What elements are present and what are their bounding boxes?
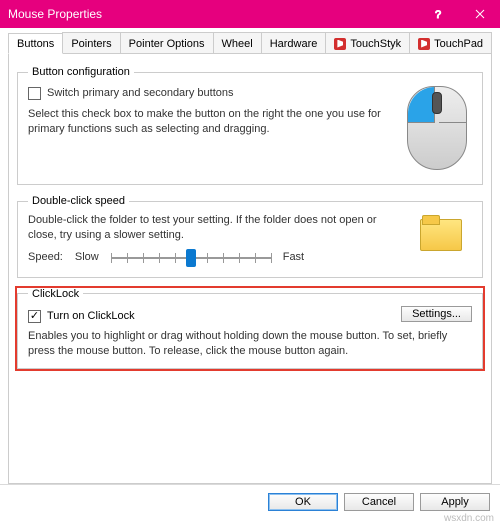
watermark: wsxdn.com (444, 513, 494, 524)
slider-thumb[interactable] (186, 249, 196, 267)
group-clicklock: ClickLock Settings... Turn on ClickLock … (17, 288, 483, 370)
speed-fast-label: Fast (283, 250, 304, 265)
mouse-illustration (402, 84, 472, 174)
svg-text:?: ? (435, 9, 441, 19)
cancel-button[interactable]: Cancel (344, 493, 414, 511)
test-folder-icon[interactable] (416, 213, 466, 257)
tab-pointers[interactable]: Pointers (62, 32, 120, 53)
tab-wheel[interactable]: Wheel (213, 32, 262, 53)
speed-label: Speed: (28, 250, 63, 265)
window-title: Mouse Properties (8, 7, 420, 21)
group-double-click-speed: Double-click speed Double-click the fold… (17, 195, 483, 278)
checkbox-icon (28, 87, 41, 100)
tab-buttons[interactable]: Buttons (8, 33, 63, 54)
titlebar: Mouse Properties ? (0, 0, 500, 28)
checkbox-label: Turn on ClickLock (47, 310, 135, 322)
tab-pointer-options[interactable]: Pointer Options (120, 32, 214, 53)
tab-touchstyk[interactable]: TouchStyk (325, 32, 410, 53)
apply-button[interactable]: Apply (420, 493, 490, 511)
speed-slow-label: Slow (75, 250, 99, 265)
group-legend: ClickLock (28, 288, 83, 300)
switch-buttons-checkbox[interactable]: Switch primary and secondary buttons (28, 86, 394, 101)
group-legend: Button configuration (28, 66, 134, 78)
dblclick-speed-slider[interactable] (111, 249, 271, 267)
close-button[interactable] (460, 0, 500, 28)
group-legend: Double-click speed (28, 195, 129, 207)
button-config-desc: Select this check box to make the button… (28, 107, 394, 137)
synaptics-icon (334, 38, 346, 50)
ok-button[interactable]: OK (268, 493, 338, 511)
dblclick-desc: Double-click the folder to test your set… (28, 213, 408, 243)
tab-hardware[interactable]: Hardware (261, 32, 327, 53)
dialog-buttons: OK Cancel Apply (0, 484, 500, 519)
tabstrip: Buttons Pointers Pointer Options Wheel H… (8, 32, 492, 54)
tab-touchpad[interactable]: TouchPad (409, 32, 492, 53)
checkbox-label: Switch primary and secondary buttons (47, 86, 233, 101)
synaptics-icon (418, 38, 430, 50)
help-button[interactable]: ? (420, 0, 460, 28)
checkbox-icon (28, 310, 41, 323)
clicklock-settings-button[interactable]: Settings... (401, 306, 472, 322)
clicklock-desc: Enables you to highlight or drag without… (28, 329, 472, 359)
tab-panel: Button configuration Switch primary and … (8, 54, 492, 484)
group-button-configuration: Button configuration Switch primary and … (17, 66, 483, 185)
